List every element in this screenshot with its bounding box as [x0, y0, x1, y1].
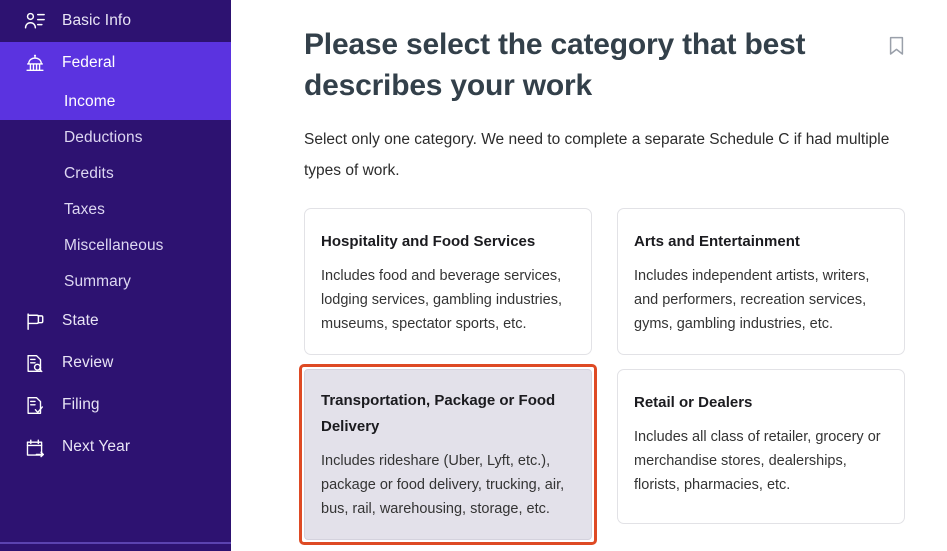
sidebar-item-label: Summary	[64, 273, 132, 290]
heading-row: Please select the category that best des…	[304, 24, 905, 106]
category-card-arts-and-entertainment[interactable]: Arts and Entertainment Includes independ…	[617, 208, 905, 355]
sidebar-item-review[interactable]: Review	[0, 342, 231, 384]
document-search-icon	[22, 351, 48, 375]
capitol-building-icon	[22, 51, 48, 75]
sidebar-item-label: Basic Info	[62, 12, 132, 29]
category-card-hospitality-and-food-services[interactable]: Hospitality and Food Services Includes f…	[304, 208, 592, 355]
category-card-description: Includes independent artists, writers, a…	[634, 268, 870, 332]
category-card-title: Retail or Dealers	[634, 394, 753, 411]
sidebar-item-label: Miscellaneous	[64, 237, 164, 254]
sidebar: Basic Info Federal Income Deductions Cre…	[0, 0, 231, 551]
sidebar-item-next-year[interactable]: Next Year	[0, 426, 231, 468]
category-card-cell: Arts and Entertainment Includes independ…	[617, 208, 905, 355]
flag-icon	[22, 309, 48, 333]
sidebar-item-label: Filing	[62, 396, 100, 413]
category-card-title: Arts and Entertainment	[634, 233, 800, 250]
sidebar-item-label: State	[62, 312, 99, 329]
sidebar-item-label: Federal	[62, 54, 116, 71]
category-card-description: Includes food and beverage services, lod…	[321, 268, 562, 332]
sidebar-item-basic-info[interactable]: Basic Info	[0, 0, 231, 42]
sidebar-item-income[interactable]: Income	[0, 84, 231, 120]
calendar-arrow-icon	[22, 435, 48, 459]
category-card-description: Includes all class of retailer, grocery …	[634, 429, 881, 493]
page-title: Please select the category that best des…	[304, 28, 806, 102]
sidebar-item-label: Deductions	[64, 129, 143, 146]
sidebar-item-credits[interactable]: Credits	[0, 156, 231, 192]
sidebar-item-summary[interactable]: Summary	[0, 264, 231, 300]
sidebar-item-federal[interactable]: Federal	[0, 42, 231, 84]
bookmark-icon[interactable]	[887, 36, 905, 58]
category-card-cell: Hospitality and Food Services Includes f…	[304, 208, 592, 355]
page-subtitle: Select only one category. We need to com…	[304, 131, 890, 179]
contact-person-icon	[22, 9, 48, 33]
category-card-grid: Hospitality and Food Services Includes f…	[299, 208, 905, 545]
sidebar-item-state[interactable]: State	[0, 300, 231, 342]
document-check-icon	[22, 393, 48, 417]
sidebar-item-label: Review	[62, 354, 114, 371]
sidebar-item-deductions[interactable]: Deductions	[0, 120, 231, 156]
sidebar-item-taxes[interactable]: Taxes	[0, 192, 231, 228]
main-content: Please select the category that best des…	[231, 0, 947, 551]
sidebar-item-miscellaneous[interactable]: Miscellaneous	[0, 228, 231, 264]
category-card-title: Transportation, Package or Food Delivery	[321, 392, 556, 435]
category-card-retail-or-dealers[interactable]: Retail or Dealers Includes all class of …	[617, 369, 905, 524]
sidebar-divider	[0, 542, 231, 544]
sidebar-item-label: Taxes	[64, 201, 105, 218]
sidebar-item-label: Next Year	[62, 438, 131, 455]
category-card-cell-selected: Transportation, Package or Food Delivery…	[299, 364, 597, 545]
sidebar-item-label: Income	[64, 93, 116, 110]
app-root: Basic Info Federal Income Deductions Cre…	[0, 0, 947, 551]
sidebar-item-label: Credits	[64, 165, 114, 182]
category-card-transportation-package-or-food-delivery[interactable]: Transportation, Package or Food Delivery…	[304, 369, 592, 540]
sidebar-nav-list: Basic Info Federal Income Deductions Cre…	[0, 0, 231, 468]
category-card-cell: Retail or Dealers Includes all class of …	[617, 369, 905, 545]
category-card-description: Includes rideshare (Uber, Lyft, etc.), p…	[321, 453, 565, 517]
category-card-title: Hospitality and Food Services	[321, 233, 536, 250]
sidebar-item-filing[interactable]: Filing	[0, 384, 231, 426]
